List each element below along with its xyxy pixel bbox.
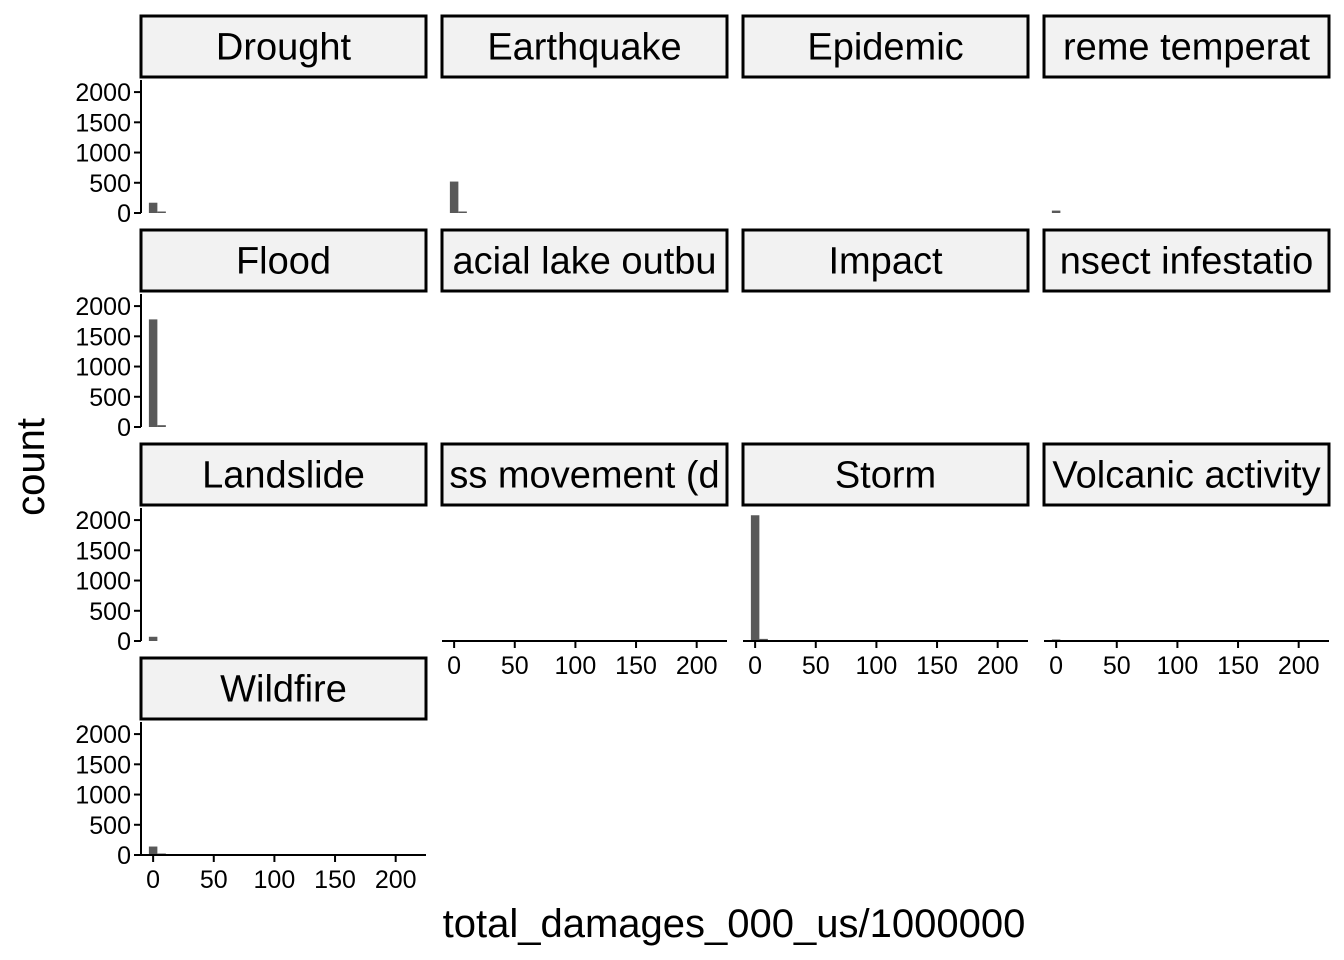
- y-tick-label: 2000: [75, 721, 131, 749]
- histogram-bar: [1051, 210, 1061, 213]
- facet-strip-label: nsect infestatio: [1060, 241, 1313, 283]
- facet-panel: ss movement (d 0 50 100 150 200: [440, 442, 729, 680]
- facet-panel: Landslide 05001000 15002000: [75, 442, 428, 656]
- y-axis-title: count: [9, 418, 53, 516]
- facet-strip-label: Wildfire: [220, 669, 347, 711]
- x-tick-label: 200: [1278, 652, 1320, 680]
- histogram-bar: [458, 211, 467, 213]
- y-tick-label: 500: [89, 812, 131, 840]
- y-tick-label: 0: [117, 414, 131, 442]
- x-tick-label: 100: [555, 652, 597, 680]
- facet-panel: Epidemic: [741, 14, 1030, 79]
- histogram-bar: [148, 202, 158, 213]
- x-tick-label: 50: [200, 866, 228, 894]
- y-tick-label: 2000: [75, 507, 131, 535]
- faceted-histogram-figure: Drought0500100015002000Earthquake Epidemi…: [9, 14, 1331, 946]
- x-tick-label: 200: [977, 652, 1019, 680]
- facet-panel: Wildfire05001000150020000 50 100 150 200: [75, 656, 428, 894]
- facet-strip-label: Flood: [236, 241, 331, 283]
- y-tick-label: 1000: [75, 140, 131, 168]
- x-tick-label: 150: [1217, 652, 1259, 680]
- x-tick-label: 50: [802, 652, 830, 680]
- x-tick-label: 150: [615, 652, 657, 680]
- facet-strip-label: Epidemic: [807, 27, 963, 69]
- x-tick-label: 50: [501, 652, 529, 680]
- facet-panel: Volcanic activity 0 50 100 150 200: [1042, 442, 1331, 680]
- x-tick-label: 0: [146, 866, 160, 894]
- x-tick-label: 150: [916, 652, 958, 680]
- x-tick-label: 50: [1103, 652, 1131, 680]
- y-tick-label: 1000: [75, 782, 131, 810]
- facet-strip-label: Earthquake: [487, 27, 681, 69]
- facet-panels: Drought0500100015002000Earthquake Epidemi…: [75, 14, 1331, 894]
- x-tick-label: 100: [856, 652, 898, 680]
- histogram-bar: [449, 181, 459, 213]
- facet-strip-label: Volcanic activity: [1052, 455, 1320, 497]
- x-tick-label: 100: [1157, 652, 1199, 680]
- x-tick-label: 150: [314, 866, 356, 894]
- facet-panel: Drought 05001000 15002000: [75, 14, 428, 228]
- y-tick-label: 2000: [75, 293, 131, 321]
- x-tick-label: 100: [254, 866, 296, 894]
- y-tick-label: 2000: [75, 79, 131, 107]
- x-tick-label: 200: [676, 652, 718, 680]
- x-tick-label: 0: [1049, 652, 1063, 680]
- facet-strip-label: Impact: [828, 241, 942, 283]
- histogram-bar: [148, 846, 158, 855]
- y-tick-label: 1500: [75, 537, 131, 565]
- facet-panel: Flood 05001000 15002000: [75, 228, 428, 442]
- facet-strip-label: ss movement (d: [449, 455, 719, 497]
- facet-panel: nsect infestatio: [1042, 228, 1331, 293]
- facet-strip-label: reme temperat: [1063, 27, 1311, 69]
- facet-panel: acial lake outbu: [440, 228, 729, 293]
- y-tick-label: 1000: [75, 354, 131, 382]
- histogram-bar: [157, 211, 166, 213]
- y-tick-label: 0: [117, 200, 131, 228]
- y-tick-label: 1500: [75, 109, 131, 137]
- x-tick-label: 200: [375, 866, 417, 894]
- y-tick-label: 1500: [75, 751, 131, 779]
- y-tick-label: 500: [89, 384, 131, 412]
- histogram-bar: [148, 636, 158, 641]
- facet-panel: Impact: [741, 228, 1030, 293]
- y-tick-label: 0: [117, 628, 131, 656]
- y-tick-label: 500: [89, 170, 131, 198]
- x-tick-label: 0: [447, 652, 461, 680]
- facet-strip-label: Landslide: [202, 455, 365, 497]
- facet-panel: Storm 0 50 100 150 200: [741, 442, 1030, 680]
- y-tick-label: 1000: [75, 568, 131, 596]
- facet-strip-label: Storm: [835, 455, 936, 497]
- x-axis-title: total_damages_000_us/1000000: [443, 902, 1026, 946]
- y-tick-label: 1500: [75, 323, 131, 351]
- x-tick-label: 0: [748, 652, 762, 680]
- histogram-bar: [148, 319, 158, 427]
- facet-panel: reme temperat: [1042, 14, 1331, 213]
- facet-strip-label: acial lake outbu: [452, 241, 716, 283]
- histogram-bar: [750, 515, 760, 641]
- histogram-bar: [157, 425, 166, 427]
- facet-strip-label: Drought: [216, 27, 352, 69]
- y-tick-label: 0: [117, 842, 131, 870]
- facet-panel: Earthquake: [440, 14, 729, 213]
- y-tick-label: 500: [89, 598, 131, 626]
